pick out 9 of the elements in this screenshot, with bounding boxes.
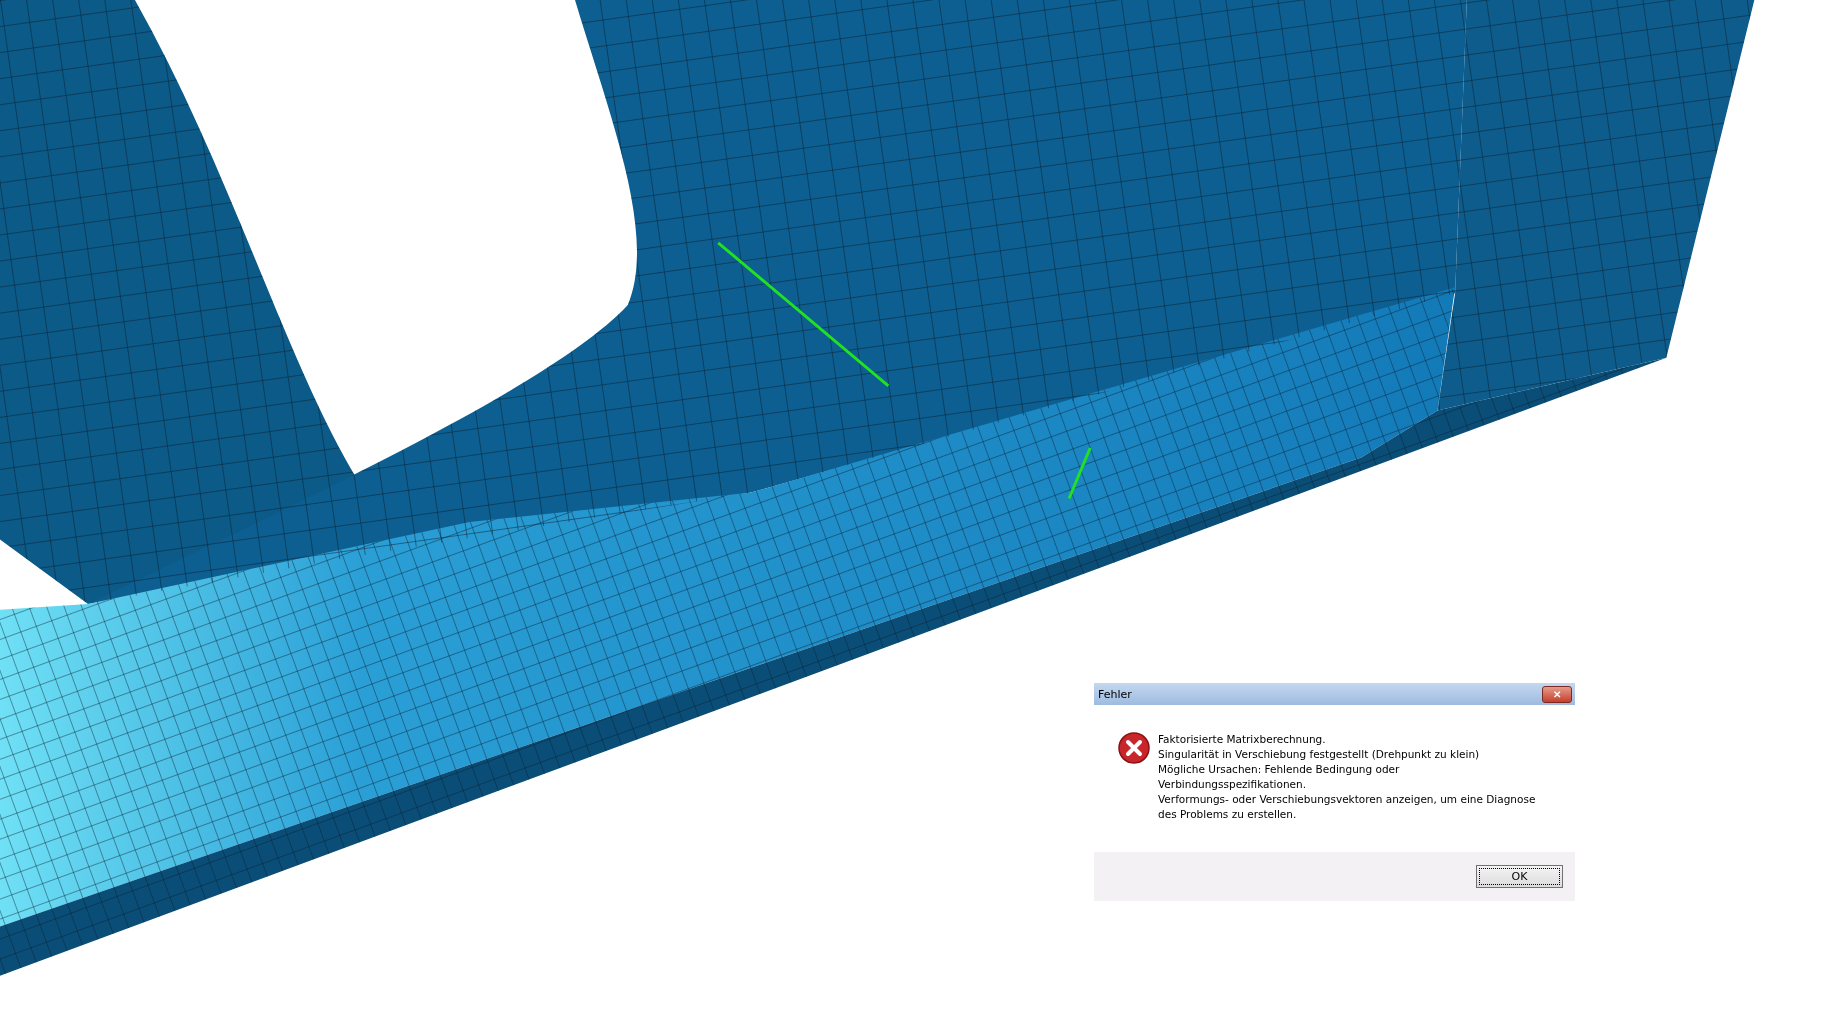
message-line: Mögliche Ursachen: Fehlende Bedingung oder <box>1158 762 1401 777</box>
message-line: Verformungs- oder Verschiebungsvektoren anzeigen, um eine Diagnose <box>1158 792 1536 807</box>
message-line: Singularität in Verschiebung festgestellt (Drehpunkt zu klein) <box>1158 747 1481 762</box>
message-line: des Problems zu erstellen. <box>1158 807 1298 822</box>
message-line: Faktorisierte Matrixberechnung. <box>1158 732 1327 747</box>
error-icon <box>1118 732 1150 764</box>
ok-button[interactable]: OK <box>1476 865 1563 888</box>
dialog-title: Fehler <box>1098 687 1132 701</box>
message-line: Verbindungsspezifikationen. <box>1158 777 1308 792</box>
